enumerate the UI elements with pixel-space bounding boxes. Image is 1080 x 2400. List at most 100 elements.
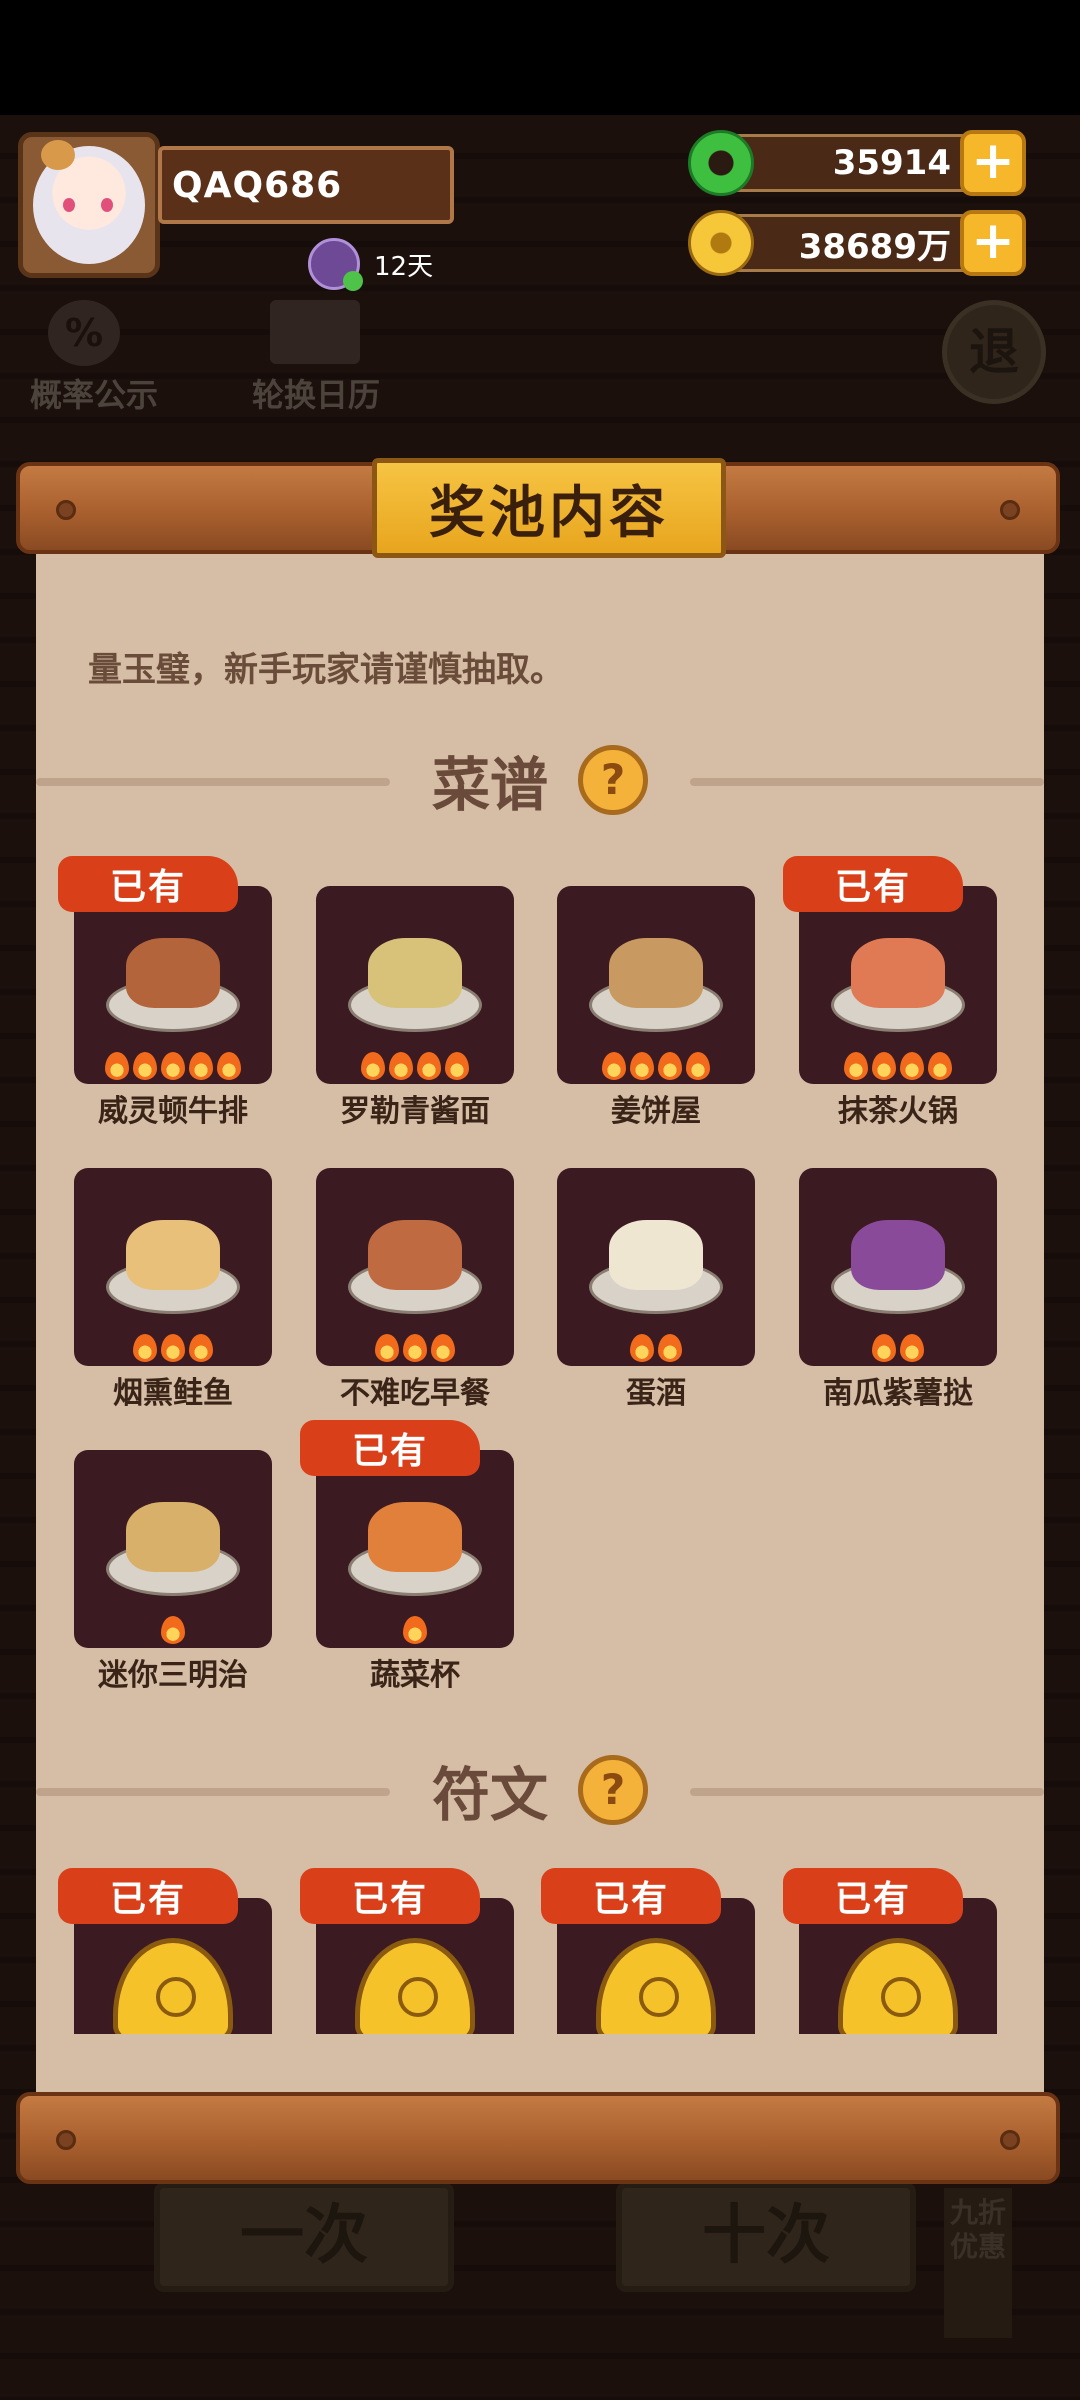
dish-image [581,1200,731,1318]
flame-icon [189,1052,213,1080]
flame-icon [189,1334,213,1362]
flame-icon [928,1052,952,1080]
flame-icon [445,1052,469,1080]
panel-title: 奖池内容 [372,458,726,558]
flame-icon [133,1334,157,1362]
dish-image [98,1200,248,1318]
intro-text: 量玉璧，新手玩家请谨慎抽取。 [88,650,564,690]
rune-icon [355,1938,475,2034]
flame-icon [417,1052,441,1080]
recipe-card[interactable] [557,886,755,1084]
flame-icon [375,1334,399,1362]
rarity-flames [799,1052,997,1080]
dish-image [98,918,248,1036]
owned-badge: 已有 [541,1868,721,1924]
recipe-card[interactable] [316,886,514,1084]
recipe-name: 蛋酒 [626,1376,686,1411]
dish-image [340,1200,490,1318]
flame-icon [431,1334,455,1362]
recipe-name: 蔬菜杯 [370,1658,460,1693]
flame-icon [658,1052,682,1080]
prize-pool-panel[interactable]: 量玉璧，新手玩家请谨慎抽取。 菜谱 ? 已有 威灵顿牛排 罗勒青酱面 姜饼屋 已有 抹茶火… [36,554,1044,2094]
help-icon[interactable]: ? [578,745,648,815]
runes-section-header: 符文 ? [36,1750,1044,1830]
recipe-card[interactable] [74,1168,272,1366]
recipe-name: 迷你三明治 [98,1658,248,1693]
scroll-bottom-bar [16,2092,1060,2184]
flame-icon [161,1052,185,1080]
rarity-flames [74,1052,272,1080]
flame-icon [161,1616,185,1644]
flame-icon [133,1052,157,1080]
rarity-flames [316,1052,514,1080]
recipe-name: 抹茶火锅 [838,1094,958,1129]
dish-image [823,1200,973,1318]
rarity-flames [557,1052,755,1080]
recipe-name: 不难吃早餐 [340,1376,490,1411]
rarity-flames [557,1334,755,1362]
avatar[interactable] [18,132,160,278]
status-bar [0,0,1080,115]
runes-title: 符文 [431,1761,548,1829]
rarity-flames [316,1616,514,1644]
recipe-name: 威灵顿牛排 [98,1094,248,1129]
recipe-name: 罗勒青酱面 [340,1094,490,1129]
flame-icon [403,1334,427,1362]
flame-icon [872,1052,896,1080]
help-icon[interactable]: ? [578,1755,648,1825]
dish-image [581,918,731,1036]
recipe-card[interactable] [74,1450,272,1648]
rarity-flames [316,1334,514,1362]
flame-icon [217,1052,241,1080]
add-jade-button[interactable]: + [960,130,1026,196]
flame-icon [403,1616,427,1644]
recipe-card[interactable] [799,1168,997,1366]
dish-image [340,1482,490,1600]
flame-icon [844,1052,868,1080]
rune-icon [838,1938,958,2034]
avatar-portrait [33,140,145,264]
recipe-card[interactable] [74,886,272,1084]
recipe-card[interactable] [799,886,997,1084]
recipe-card[interactable] [557,1168,755,1366]
rarity-flames [799,1334,997,1362]
owned-badge: 已有 [58,1868,238,1924]
flame-icon [658,1334,682,1362]
flame-icon [361,1052,385,1080]
recipes-title: 菜谱 [431,751,548,819]
add-coin-button[interactable]: + [960,210,1026,276]
jade-icon [688,130,754,196]
flame-icon [872,1334,896,1362]
owned-badge: 已有 [300,1420,480,1476]
vip-days-label: 12天 [374,252,434,282]
rune-icon [596,1938,716,2034]
flame-icon [900,1052,924,1080]
flame-icon [630,1052,654,1080]
coin-icon [688,210,754,276]
owned-badge: 已有 [783,856,963,912]
flame-icon [686,1052,710,1080]
recipe-card[interactable] [316,1450,514,1648]
rune-icon [113,1938,233,2034]
dish-image [340,918,490,1036]
flame-icon [900,1334,924,1362]
flame-icon [389,1052,413,1080]
flame-icon [630,1334,654,1362]
rarity-flames [74,1334,272,1362]
recipe-name: 姜饼屋 [611,1094,701,1129]
flame-icon [161,1334,185,1362]
username-label: QAQ686 [158,146,454,224]
dish-image [823,918,973,1036]
flame-icon [105,1052,129,1080]
owned-badge: 已有 [300,1868,480,1924]
recipe-name: 南瓜紫薯挞 [823,1376,973,1411]
recipes-section-header: 菜谱 ? [36,740,1044,820]
dish-image [98,1482,248,1600]
vip-icon[interactable] [308,238,363,291]
recipe-card[interactable] [316,1168,514,1366]
recipe-name: 烟熏鲑鱼 [113,1376,233,1411]
owned-badge: 已有 [58,856,238,912]
rarity-flames [74,1616,272,1644]
owned-badge: 已有 [783,1868,963,1924]
flame-icon [602,1052,626,1080]
